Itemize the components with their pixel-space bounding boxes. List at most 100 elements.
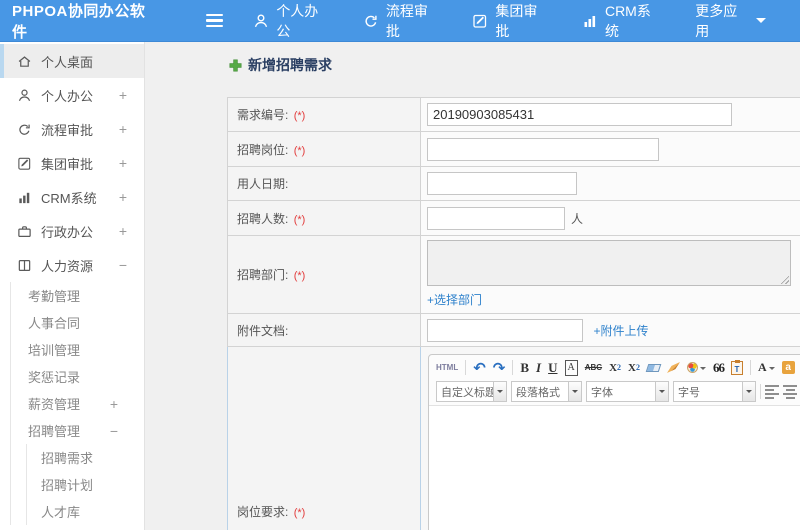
attachment-input[interactable] xyxy=(427,318,583,342)
expand-plus[interactable]: + xyxy=(119,155,144,171)
custom-title-select[interactable]: 自定义标题 xyxy=(436,381,507,402)
font-border-button[interactable]: A xyxy=(564,359,578,376)
bold-button[interactable]: B xyxy=(520,360,529,376)
font-family-select[interactable]: 字体 xyxy=(586,381,669,402)
recruit-count-input[interactable] xyxy=(427,206,565,230)
editor-content-area[interactable] xyxy=(429,405,800,530)
app-title: PHPOA协同办公软件 xyxy=(12,2,146,41)
sidebar-item-desktop[interactable]: 个人桌面 xyxy=(0,44,144,78)
form-row-date: 用人日期: xyxy=(227,166,800,201)
sidebar-item-recruit-plan[interactable]: 招聘计划 xyxy=(27,471,144,498)
resize-handle[interactable] xyxy=(780,275,789,284)
highlight-color-button[interactable]: a xyxy=(781,360,795,376)
top-nav: 个人办公 流程审批 集团审批 CRM系统 更多应用 xyxy=(253,1,800,41)
font-size-select[interactable]: 字号 xyxy=(673,381,756,402)
blockquote-button[interactable]: 66 xyxy=(713,360,725,376)
superscript-button[interactable]: X2 xyxy=(609,360,621,376)
paragraph-format-select[interactable]: 段落格式 xyxy=(511,381,582,402)
employ-date-input[interactable] xyxy=(427,172,577,195)
demand-number-input[interactable] xyxy=(427,103,732,126)
edit-icon xyxy=(17,156,32,171)
recruit-department-textarea[interactable] xyxy=(427,240,791,286)
paste-text-button[interactable]: T xyxy=(730,359,743,376)
nav-group-approval[interactable]: 集团审批 xyxy=(472,1,548,41)
redo-icon[interactable]: ↷ xyxy=(493,360,506,377)
italic-button[interactable]: I xyxy=(536,360,541,376)
sidebar-item-label: 个人桌面 xyxy=(41,54,94,70)
caret-down-icon xyxy=(768,366,775,373)
field-label: 招聘岗位: xyxy=(237,142,289,157)
expand-plus[interactable]: + xyxy=(110,396,144,412)
expand-plus[interactable]: + xyxy=(119,87,144,103)
nav-label: 更多应用 xyxy=(695,2,738,39)
nav-crm-system[interactable]: CRM系统 xyxy=(582,1,661,41)
sidebar-item-label: 培训管理 xyxy=(28,343,81,358)
sidebar-item-crm[interactable]: CRM系统 + xyxy=(0,180,144,214)
recruit-position-input[interactable] xyxy=(427,137,659,161)
sidebar-item-hr[interactable]: 人力资源 − xyxy=(0,248,144,282)
form-row-job-requirements: 岗位要求: (*) HTML ↶ ↷ B I U A ABC X 2 X 2 6… xyxy=(227,346,800,530)
caret-down-icon xyxy=(494,381,507,402)
select-department-link[interactable]: +选择部门 xyxy=(427,293,482,307)
sidebar-item-talent-pool[interactable]: 人才库 xyxy=(27,498,144,525)
menu-toggle-icon[interactable] xyxy=(202,10,227,32)
expand-plus[interactable]: + xyxy=(119,121,144,137)
sidebar-item-label: 奖惩记录 xyxy=(28,370,81,385)
sidebar-item-attendance[interactable]: 考勤管理 xyxy=(11,282,144,309)
nav-personal-office[interactable]: 个人办公 xyxy=(253,1,329,41)
sidebar-item-process-approval[interactable]: 流程审批 + xyxy=(0,112,144,146)
source-code-button[interactable]: HTML xyxy=(436,360,458,376)
sidebar-item-recruit-mgmt[interactable]: 招聘管理 − xyxy=(11,417,144,444)
sidebar-item-admin-office[interactable]: 行政办公 + xyxy=(0,214,144,248)
main-content: 新增招聘需求 需求编号: (*) 招聘岗位: (*) xyxy=(145,42,800,530)
job-requirements-editor: HTML ↶ ↷ B I U A ABC X2 X 2 66 T A a 自定义… xyxy=(428,354,800,530)
nav-label: CRM系统 xyxy=(604,2,651,39)
sidebar-item-rewards[interactable]: 奖惩记录 xyxy=(11,363,144,390)
sidebar-item-recruit-demand[interactable]: 招聘需求 xyxy=(27,444,144,471)
unit-suffix: 人 xyxy=(571,211,584,226)
field-label: 附件文档: xyxy=(237,323,289,338)
align-left-button[interactable] xyxy=(765,384,779,399)
collapse-minus[interactable]: − xyxy=(119,257,144,273)
attachment-upload-link[interactable]: +附件上传 xyxy=(593,324,648,338)
nav-process-approval[interactable]: 流程审批 xyxy=(363,1,439,41)
auto-typeset-button[interactable] xyxy=(686,360,706,376)
subscript-button[interactable]: X2 xyxy=(628,360,640,376)
expand-plus[interactable]: + xyxy=(119,223,144,239)
underline-button[interactable]: U xyxy=(548,360,557,376)
edit-icon xyxy=(472,13,488,29)
collapse-minus[interactable]: − xyxy=(110,423,144,439)
editor-toolbar-row2: 自定义标题 段落格式 字体 字号 xyxy=(429,379,800,405)
sidebar-item-label: 人事合同 xyxy=(28,316,81,331)
sidebar-item-label: 人力资源 xyxy=(41,258,94,274)
expand-plus[interactable]: + xyxy=(119,189,144,205)
caret-down-icon xyxy=(743,381,756,402)
caret-down-icon xyxy=(755,18,766,28)
caret-down-icon xyxy=(569,381,582,402)
sidebar-item-label: 个人办公 xyxy=(41,88,94,104)
sidebar-item-personal-office[interactable]: 个人办公 + xyxy=(0,78,144,112)
eraser-icon xyxy=(645,363,662,372)
sidebar-item-training[interactable]: 培训管理 xyxy=(11,336,144,363)
required-mark: (*) xyxy=(293,507,306,519)
hr-submenu: 考勤管理 人事合同 培训管理 奖惩记录 薪资管理 + 招聘管理 − 招聘需求 招… xyxy=(10,282,144,525)
strikethrough-button[interactable]: ABC xyxy=(585,360,602,376)
bar-chart-icon xyxy=(17,190,32,205)
briefcase-icon xyxy=(17,224,32,239)
sidebar-item-group-approval[interactable]: 集团审批 + xyxy=(0,146,144,180)
nav-more-apps[interactable]: 更多应用 xyxy=(695,1,766,41)
format-eraser-button[interactable] xyxy=(645,360,662,376)
sidebar-item-label: CRM系统 xyxy=(41,190,97,206)
clear-format-button[interactable] xyxy=(666,360,680,376)
sidebar-item-label: 招聘需求 xyxy=(41,451,94,466)
sidebar-item-salary[interactable]: 薪资管理 + xyxy=(11,390,144,417)
sidebar-item-label: 薪资管理 xyxy=(28,397,81,412)
sidebar-item-hr-contract[interactable]: 人事合同 xyxy=(11,309,144,336)
nav-label: 集团审批 xyxy=(495,2,538,39)
required-mark: (*) xyxy=(293,213,306,226)
font-color-button[interactable]: A xyxy=(758,360,775,376)
home-icon xyxy=(17,54,32,69)
field-label: 需求编号: xyxy=(237,108,289,122)
undo-icon[interactable]: ↶ xyxy=(473,360,486,377)
align-center-button[interactable] xyxy=(783,384,797,399)
